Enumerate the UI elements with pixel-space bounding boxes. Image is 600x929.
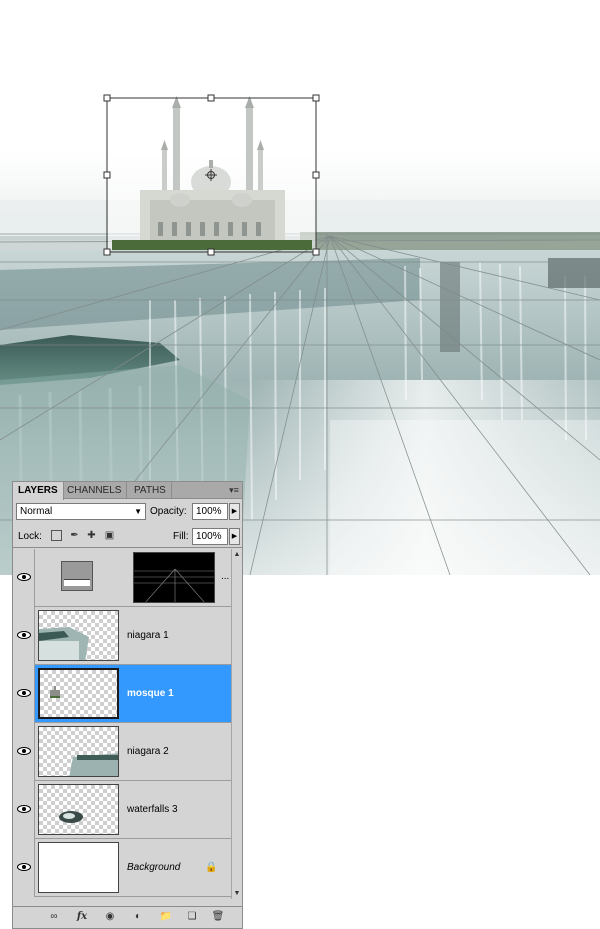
layers-scrollbar[interactable]: ▲ ▼: [231, 549, 242, 899]
blend-row: Normal ▼ Opacity: 100% ▶: [13, 501, 242, 523]
layer-name[interactable]: mosque 1: [127, 687, 174, 701]
eye-icon: [17, 863, 31, 871]
layer-name[interactable]: niagara 1: [127, 629, 169, 643]
mosque-image: [108, 96, 316, 250]
scroll-down-icon[interactable]: ▼: [232, 888, 242, 899]
layer-row-mosque-1[interactable]: mosque 1: [13, 665, 231, 723]
eye-icon: [17, 747, 31, 755]
layer-row-niagara-1[interactable]: niagara 1: [13, 607, 231, 665]
eye-icon: [17, 631, 31, 639]
new-group-icon[interactable]: 📁: [159, 911, 173, 923]
blend-mode-select[interactable]: Normal ▼: [16, 503, 146, 520]
opacity-label: Opacity:: [150, 506, 187, 517]
visibility-toggle[interactable]: [13, 781, 35, 839]
layer-name[interactable]: Background: [127, 861, 180, 875]
tab-layers[interactable]: LAYERS: [13, 482, 64, 500]
more-indicator: ...: [221, 571, 230, 582]
visibility-toggle[interactable]: [13, 607, 35, 665]
lock-icon: 🔒: [205, 862, 218, 873]
tab-channels[interactable]: CHANNELS: [62, 482, 128, 499]
layer-name[interactable]: niagara 2: [127, 745, 169, 759]
lock-label: Lock:: [18, 531, 42, 542]
lock-transparency-icon[interactable]: [51, 530, 62, 541]
fill-input[interactable]: 100%: [192, 528, 228, 545]
visibility-toggle[interactable]: [13, 549, 35, 607]
layer-thumbnail: [38, 668, 119, 719]
panel-footer: ∞ fx ◉ ◐ 📁 ❏ 🗑: [13, 906, 242, 928]
blend-mode-value: Normal: [20, 506, 53, 517]
panel-menu-icon[interactable]: ▾≡: [229, 485, 239, 495]
layers-list: ... niagara 1 mosque 1 niagara 2 waterfa…: [13, 549, 231, 899]
layer-row-background[interactable]: Background 🔒: [13, 839, 231, 897]
fx-icon[interactable]: fx: [75, 911, 89, 923]
layer-mask-thumbnail[interactable]: [133, 552, 215, 603]
visibility-toggle[interactable]: [13, 665, 35, 723]
add-mask-icon[interactable]: ◉: [103, 911, 117, 923]
layer-row-adjustment[interactable]: ...: [13, 549, 231, 607]
eye-icon: [17, 805, 31, 813]
lock-image-brush-icon[interactable]: ✒: [69, 530, 80, 541]
layers-panel: LAYERS CHANNELS PATHS ▾≡ Normal ▼ Opacit…: [12, 481, 243, 929]
layer-thumbnail: [38, 610, 119, 661]
opacity-slider-button[interactable]: ▶: [229, 503, 240, 520]
link-layers-icon[interactable]: ∞: [47, 911, 61, 923]
tab-paths[interactable]: PATHS: [129, 482, 172, 499]
new-layer-icon[interactable]: ❏: [185, 911, 199, 923]
scroll-up-icon[interactable]: ▲: [232, 549, 242, 560]
layer-row-waterfalls-3[interactable]: waterfalls 3: [13, 781, 231, 839]
layer-thumbnail: [38, 726, 119, 777]
fill-slider-button[interactable]: ▶: [229, 528, 240, 545]
layer-name[interactable]: waterfalls 3: [127, 803, 178, 817]
adjustment-layer-icon[interactable]: ◐: [131, 911, 145, 923]
lock-position-move-icon[interactable]: ✚: [86, 530, 97, 541]
layer-thumbnail: [38, 842, 119, 893]
adjustment-layer-icon: [61, 561, 93, 591]
opacity-input[interactable]: 100%: [192, 503, 228, 520]
layer-row-niagara-2[interactable]: niagara 2: [13, 723, 231, 781]
eye-icon: [17, 573, 31, 581]
layer-thumbnail: [38, 784, 119, 835]
chevron-down-icon: ▼: [134, 507, 142, 516]
lock-row: Lock: ✒ ✚ ▣ Fill: 100% ▶: [13, 526, 242, 548]
fill-label: Fill:: [173, 531, 189, 542]
visibility-toggle[interactable]: [13, 839, 35, 897]
eye-icon: [17, 689, 31, 697]
visibility-toggle[interactable]: [13, 723, 35, 781]
panel-tabbar: LAYERS CHANNELS PATHS ▾≡: [13, 482, 242, 500]
delete-layer-icon[interactable]: 🗑: [211, 911, 225, 923]
lock-all-icon[interactable]: ▣: [104, 530, 115, 541]
